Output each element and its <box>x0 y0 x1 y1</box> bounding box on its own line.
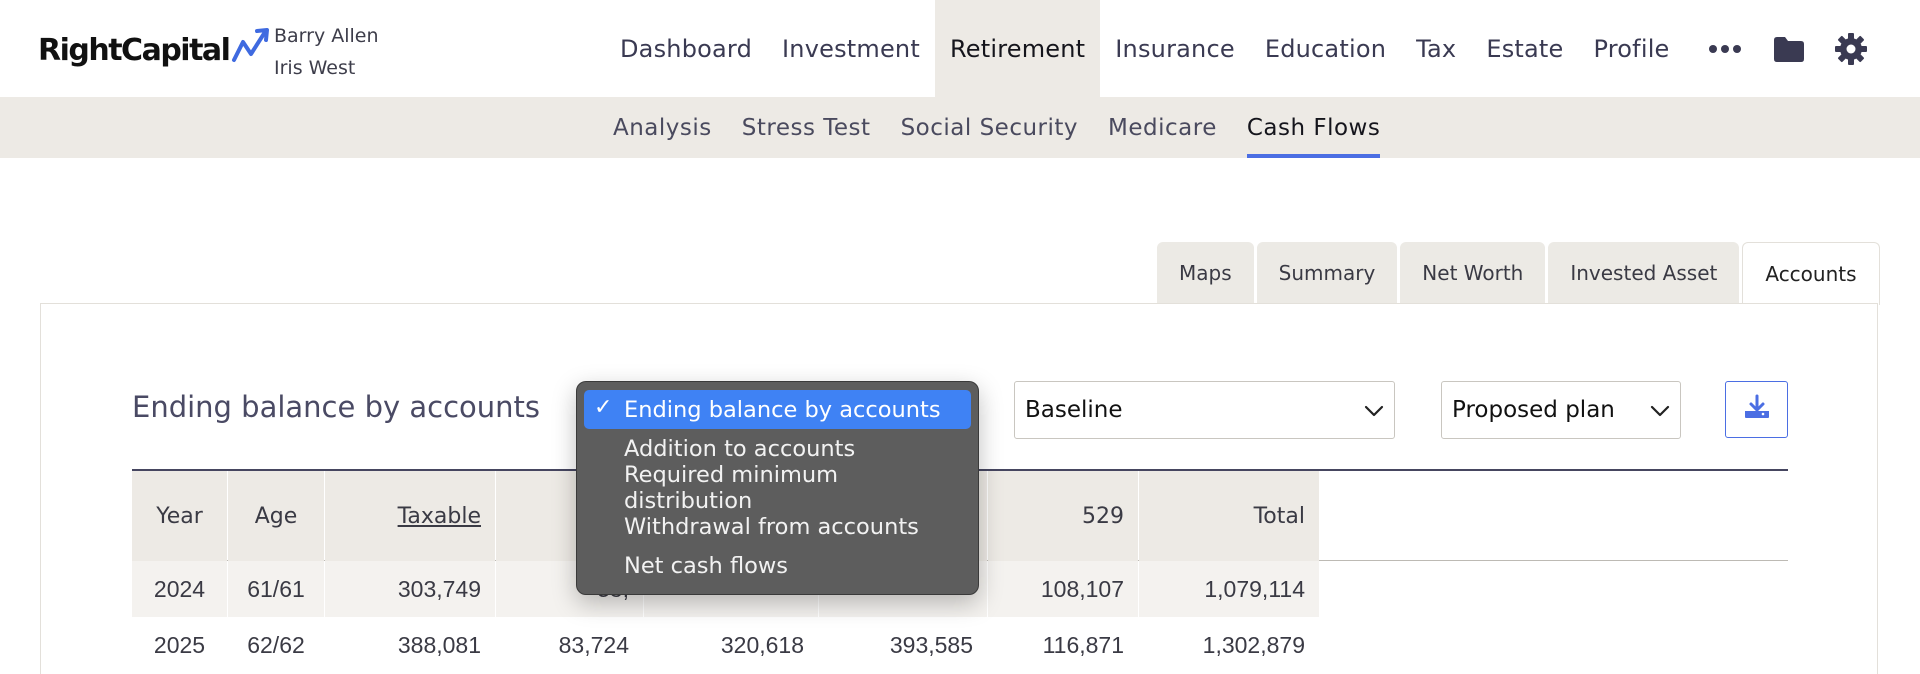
tab-accounts[interactable]: Accounts <box>1742 242 1880 305</box>
folder-icon[interactable] <box>1764 24 1814 74</box>
header-total[interactable]: Total <box>1139 471 1319 561</box>
cell-col6: 393,585 <box>889 631 973 658</box>
download-icon <box>1744 394 1770 425</box>
header-year[interactable]: Year <box>132 471 227 561</box>
sub-nav: Analysis Stress Test Social Security Med… <box>0 97 1920 158</box>
scenario-select-value: Baseline <box>1025 397 1123 423</box>
menu-item-label: Addition to accounts <box>624 435 856 462</box>
checkmark-icon: ✓ <box>594 395 613 420</box>
chevron-down-icon <box>1650 397 1670 423</box>
tab-summary[interactable]: Summary <box>1256 242 1398 304</box>
panel-title: Ending balance by accounts <box>132 390 540 424</box>
view-tabs: Maps Summary Net Worth Invested Asset Ac… <box>1157 242 1883 305</box>
header-icons <box>1700 0 1876 97</box>
nav-dashboard[interactable]: Dashboard <box>605 0 767 97</box>
menu-item-net-cash-flows[interactable]: Net cash flows <box>584 546 971 585</box>
menu-item-label: Withdrawal from accounts <box>624 513 919 540</box>
cell-taxable: 388,081 <box>397 631 481 658</box>
menu-item-ending-balance[interactable]: ✓ Ending balance by accounts <box>584 390 971 429</box>
cell-col5: 320,618 <box>720 631 804 658</box>
subnav-stress-test[interactable]: Stress Test <box>727 97 886 158</box>
table-row: 2025 62/62 388,081 83,724 320,618 393,58… <box>132 617 1788 673</box>
menu-item-rmd[interactable]: Required minimum distribution <box>584 462 971 514</box>
cell-total: 1,079,114 <box>1139 561 1319 617</box>
header-age-label: Age <box>254 503 298 529</box>
ellipsis-icon[interactable] <box>1700 24 1750 74</box>
cell-taxable: 303,749 <box>325 561 495 617</box>
cell-age: 61/61 <box>228 561 324 617</box>
report-type-dropdown-menu: ✓ Ending balance by accounts Addition to… <box>576 381 979 595</box>
scenario-select[interactable]: Baseline <box>1014 381 1395 439</box>
plan-select[interactable]: Proposed plan <box>1441 381 1681 439</box>
client-primary: Barry Allen <box>274 25 379 47</box>
nav-retirement[interactable]: Retirement <box>934 0 1101 97</box>
plan-select-value: Proposed plan <box>1452 397 1615 423</box>
header-taxable[interactable]: Taxable <box>325 471 495 561</box>
cell-529: 108,107 <box>988 561 1138 617</box>
subnav-medicare[interactable]: Medicare <box>1093 97 1232 158</box>
cell-529: 116,871 <box>1042 631 1124 658</box>
cell-year: 2025 <box>153 631 206 658</box>
header-total-label: Total <box>1253 503 1305 529</box>
header-age[interactable]: Age <box>228 471 324 561</box>
gear-icon[interactable] <box>1826 24 1876 74</box>
subnav-analysis[interactable]: Analysis <box>598 97 727 158</box>
subnav-cash-flows[interactable]: Cash Flows <box>1232 97 1396 158</box>
rightcapital-logo[interactable]: RightCapital <box>38 27 273 70</box>
chevron-down-icon <box>1364 397 1384 423</box>
header-529-label: 529 <box>1082 503 1124 529</box>
nav-education[interactable]: Education <box>1250 0 1401 97</box>
nav-investment[interactable]: Investment <box>767 0 935 97</box>
cell-401k: 83,724 <box>558 631 629 658</box>
main-nav: Dashboard Investment Retirement Insuranc… <box>605 0 1685 97</box>
logo-arrow-icon <box>231 26 273 69</box>
header-year-label: Year <box>156 503 203 529</box>
header-529[interactable]: 529 <box>988 471 1138 561</box>
tab-maps[interactable]: Maps <box>1157 242 1254 304</box>
menu-item-withdrawal[interactable]: Withdrawal from accounts <box>584 507 971 546</box>
cell-total: 1,302,879 <box>1202 631 1305 658</box>
nav-estate[interactable]: Estate <box>1471 0 1578 97</box>
tab-invested-asset[interactable]: Invested Asset <box>1548 242 1740 304</box>
subnav-social-security[interactable]: Social Security <box>886 97 1093 158</box>
client-secondary: Iris West <box>274 57 356 79</box>
menu-item-label: Net cash flows <box>624 552 789 579</box>
logo-text: RightCapital <box>38 32 231 68</box>
tab-net-worth[interactable]: Net Worth <box>1400 242 1546 304</box>
client-names: Barry Allen Iris West <box>274 20 379 84</box>
nav-tax[interactable]: Tax <box>1401 0 1471 97</box>
cell-age: 62/62 <box>247 631 305 658</box>
nav-profile[interactable]: Profile <box>1579 0 1685 97</box>
top-header: RightCapital Barry Allen Iris West Dashb… <box>0 0 1920 97</box>
menu-item-label: Ending balance by accounts <box>624 396 941 423</box>
cell-year: 2024 <box>132 561 227 617</box>
header-taxable-label: Taxable <box>397 503 481 529</box>
menu-item-label: Required minimum distribution <box>624 461 839 514</box>
nav-insurance[interactable]: Insurance <box>1100 0 1250 97</box>
download-button[interactable] <box>1725 381 1788 438</box>
